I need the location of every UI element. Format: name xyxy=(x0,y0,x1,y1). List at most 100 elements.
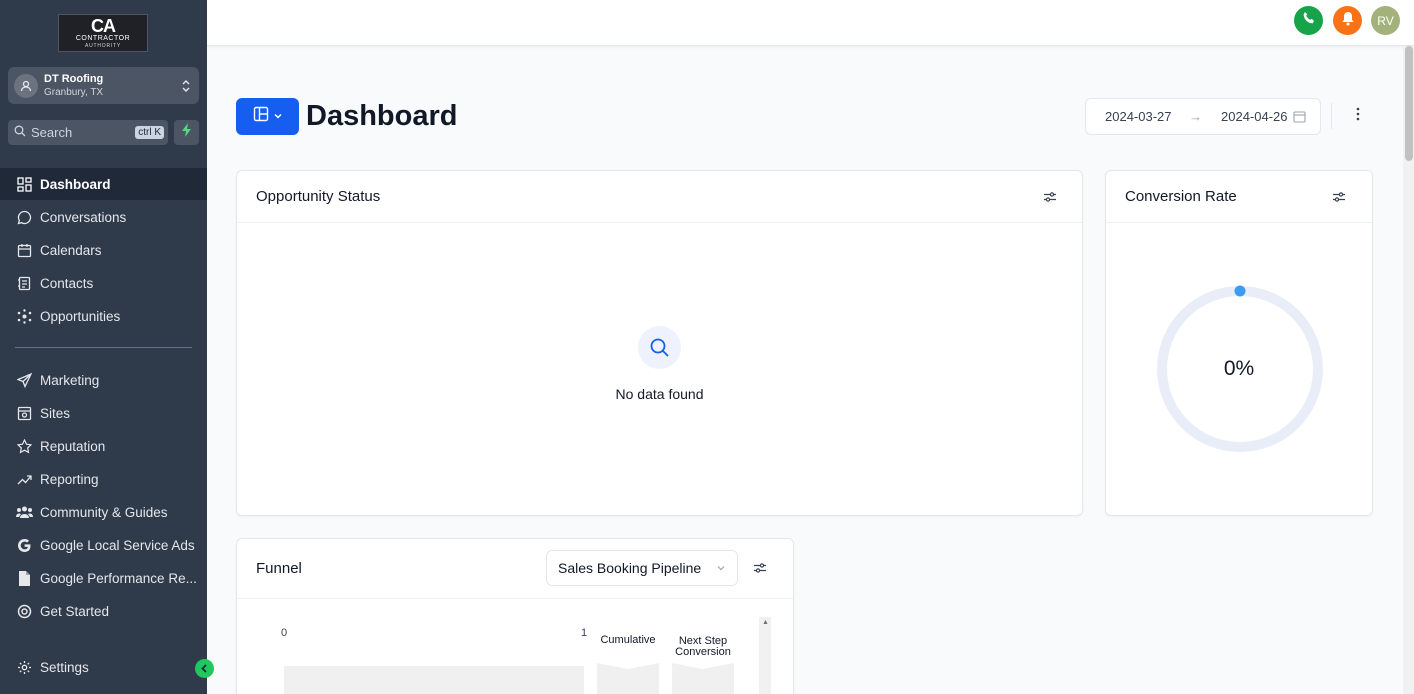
logo-text: CONTRACTOR xyxy=(75,35,131,42)
search-placeholder: Search xyxy=(31,125,73,140)
quick-actions-button[interactable] xyxy=(174,120,199,145)
sidebar-item-reputation[interactable]: Reputation xyxy=(0,430,207,462)
sidebar-item-google-lsa[interactable]: Google Local Service Ads xyxy=(0,529,207,561)
date-start: 2024-03-27 xyxy=(1105,109,1172,124)
funnel-axis-min: 0 xyxy=(281,627,288,639)
account-switcher[interactable]: DT Roofing Granbury, TX xyxy=(8,67,199,104)
card-header: Funnel Sales Booking Pipeline xyxy=(237,539,793,599)
funnel-column-next-step: Next Step Conversion xyxy=(675,635,731,658)
funnel-step-shapes xyxy=(597,663,734,694)
funnel-column-cumulative: Cumulative xyxy=(600,634,656,646)
account-name: DT Roofing xyxy=(44,72,104,85)
pipeline-select[interactable]: Sales Booking Pipeline xyxy=(546,550,738,586)
card-title: Opportunity Status xyxy=(256,188,381,205)
notifications-button[interactable] xyxy=(1333,6,1362,35)
logo-subtext: AUTHORITY xyxy=(84,43,122,49)
filter-icon[interactable] xyxy=(1042,189,1058,205)
sidebar-item-label: Google Local Service Ads xyxy=(40,537,195,553)
sidebar-item-sites[interactable]: Sites xyxy=(0,397,207,429)
sidebar-item-opportunities[interactable]: Opportunities xyxy=(0,300,207,332)
funnel-bar xyxy=(284,666,584,694)
dashboard-switcher-button[interactable] xyxy=(236,98,299,135)
filter-icon[interactable] xyxy=(752,560,768,576)
header-divider xyxy=(1331,103,1332,129)
sidebar-item-label: Community & Guides xyxy=(40,504,168,520)
gear-icon xyxy=(15,658,33,676)
chevron-down-icon xyxy=(273,108,283,126)
sidebar-item-label: Google Performance Re... xyxy=(40,570,197,586)
scroll-up-icon: ▲ xyxy=(762,619,769,626)
bell-icon xyxy=(1341,11,1355,31)
document-icon xyxy=(15,569,33,587)
chat-icon xyxy=(15,208,33,226)
sidebar-item-settings[interactable]: Settings xyxy=(0,651,207,683)
arrow-right-icon: → xyxy=(1189,109,1202,124)
card-title: Conversion Rate xyxy=(1125,188,1237,205)
company-logo[interactable]: CA CONTRACTOR AUTHORITY xyxy=(58,14,148,52)
empty-state-search-icon xyxy=(638,326,681,369)
more-options-button[interactable] xyxy=(1348,106,1368,126)
chevron-down-icon xyxy=(715,561,727,577)
sites-icon xyxy=(15,404,33,422)
sidebar-item-google-performance[interactable]: Google Performance Re... xyxy=(0,562,207,594)
sidebar-item-label: Marketing xyxy=(40,372,100,388)
calendar-icon xyxy=(15,241,33,259)
chevron-updown-icon xyxy=(181,79,191,93)
sidebar-item-label: Settings xyxy=(40,659,89,675)
phone-icon xyxy=(1302,11,1316,30)
conversion-rate-card: Conversion Rate 0% xyxy=(1105,170,1373,516)
sidebar-item-label: Contacts xyxy=(40,275,94,291)
google-icon xyxy=(15,536,33,554)
search-icon xyxy=(14,124,26,142)
sidebar-item-marketing[interactable]: Marketing xyxy=(0,364,207,396)
sidebar-item-reporting[interactable]: Reporting xyxy=(0,463,207,495)
sidebar-collapse-button[interactable] xyxy=(195,659,214,678)
pipeline-select-value: Sales Booking Pipeline xyxy=(558,560,702,576)
sidebar-item-label: Reputation xyxy=(40,438,106,454)
sidebar-item-community[interactable]: Community & Guides xyxy=(0,496,207,528)
date-range-picker[interactable]: 2024-03-27 → 2024-04-26 xyxy=(1085,98,1321,135)
sidebar-item-calendars[interactable]: Calendars xyxy=(0,234,207,266)
sidebar: CA CONTRACTOR AUTHORITY DT Roofing Granb… xyxy=(0,0,207,694)
sidebar-item-label: Calendars xyxy=(40,242,102,258)
star-icon xyxy=(15,437,33,455)
opportunity-status-card: Opportunity Status No data found xyxy=(236,170,1083,516)
search-input[interactable]: Search ctrl K xyxy=(8,120,168,145)
funnel-card: Funnel Sales Booking Pipeline 0 1 Cumula… xyxy=(236,538,794,694)
sidebar-item-label: Reporting xyxy=(40,471,99,487)
page-scrollbar[interactable] xyxy=(1403,46,1414,694)
dashboard-icon xyxy=(15,175,33,193)
community-icon xyxy=(15,503,33,521)
user-icon xyxy=(14,73,38,98)
card-header: Opportunity Status xyxy=(237,171,1082,223)
sidebar-item-get-started[interactable]: Get Started xyxy=(0,595,207,627)
bolt-icon xyxy=(181,123,193,142)
send-icon xyxy=(15,371,33,389)
search-shortcut: ctrl K xyxy=(135,126,164,139)
kebab-icon xyxy=(1356,107,1360,126)
date-end: 2024-04-26 xyxy=(1221,109,1288,124)
conversion-rate-value: 0% xyxy=(1223,357,1255,380)
donut-progress-marker xyxy=(1234,285,1246,297)
user-avatar[interactable]: RV xyxy=(1371,6,1400,35)
account-location: Granbury, TX xyxy=(44,86,104,98)
phone-button[interactable] xyxy=(1294,6,1323,35)
page-title: Dashboard xyxy=(306,100,458,132)
avatar-initials: RV xyxy=(1377,13,1394,28)
trend-icon xyxy=(15,470,33,488)
sidebar-item-dashboard[interactable]: Dashboard xyxy=(0,168,207,200)
scrollbar-thumb[interactable] xyxy=(1405,46,1413,161)
card-header: Conversion Rate xyxy=(1106,171,1372,223)
contacts-icon xyxy=(15,274,33,292)
empty-state-message: No data found xyxy=(615,386,704,402)
sidebar-item-contacts[interactable]: Contacts xyxy=(0,267,207,299)
sidebar-item-label: Opportunities xyxy=(40,308,121,324)
sidebar-divider xyxy=(15,347,192,348)
layout-icon xyxy=(253,106,269,127)
funnel-scrollbar[interactable]: ▲ xyxy=(759,617,771,694)
sidebar-item-label: Sites xyxy=(40,405,71,421)
sidebar-item-label: Conversations xyxy=(40,209,127,225)
sidebar-item-conversations[interactable]: Conversations xyxy=(0,201,207,233)
filter-icon[interactable] xyxy=(1331,189,1347,205)
logo-mark: CA xyxy=(91,16,116,36)
